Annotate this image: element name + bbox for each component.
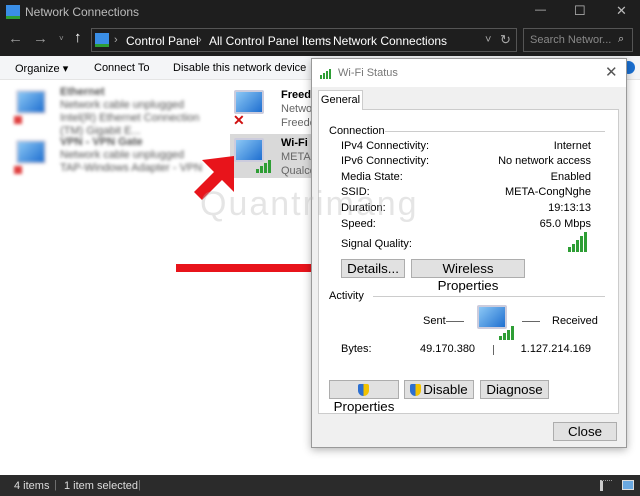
connection-item-ethernet[interactable]: Ethernet Network cable unplugged Intel(R… — [14, 86, 224, 137]
wifi-signal-icon — [320, 67, 332, 79]
dialog-close-icon[interactable]: ✕ — [605, 63, 618, 81]
network-folder-icon — [95, 33, 109, 47]
network-folder-icon — [6, 5, 20, 19]
recent-dropdown-icon[interactable]: ˅ — [59, 34, 64, 43]
forward-button[interactable]: → — [33, 30, 48, 47]
diagnose-button[interactable]: Diagnose — [480, 380, 549, 399]
organize-menu[interactable]: Organize ▾ — [15, 62, 68, 75]
connection-group-label: Connection — [329, 125, 385, 137]
signal-quality-label: Signal Quality: — [341, 238, 412, 250]
details-view-icon[interactable] — [600, 480, 612, 491]
ipv4-label: IPv4 Connectivity: — [341, 140, 430, 152]
details-button[interactable]: Details... — [341, 259, 405, 278]
connection-device: TAP-Windows Adapter - VPN — [60, 162, 203, 174]
ipv6-value: No network access — [498, 155, 591, 167]
search-icon: ⌕ — [618, 33, 625, 45]
bytes-received-value: 1.127.214.169 — [520, 343, 591, 355]
window-title: Network Connections — [25, 5, 140, 19]
chevron-down-icon[interactable]: ˅ — [485, 34, 491, 46]
item-count: 4 items — [14, 480, 50, 492]
network-adapter-icon — [16, 90, 46, 114]
up-button[interactable]: ↑ — [74, 29, 82, 46]
signal-quality-icon — [568, 232, 588, 252]
activity-group-label: Activity — [329, 290, 364, 302]
uac-shield-icon — [357, 384, 369, 396]
connection-status: Network cable unplugged — [60, 149, 185, 161]
close-window-button[interactable]: ✕ — [616, 3, 627, 19]
connection-item-freedom[interactable]: ✕ Freedo Netwo Freedo — [230, 86, 318, 132]
breadcrumb[interactable]: › Control Panel › All Control Panel Item… — [91, 28, 517, 52]
connect-to-button[interactable]: Connect To — [94, 62, 149, 74]
minimize-button[interactable]: — — [535, 4, 546, 16]
watermark-logo: Quantrimang — [200, 185, 419, 223]
ipv4-value: Internet — [553, 140, 591, 152]
error-icon — [14, 116, 22, 124]
disable-button[interactable]: Disable — [404, 380, 474, 399]
close-button[interactable]: Close — [553, 422, 617, 441]
error-icon — [14, 166, 22, 174]
speed-value: 65.0 Mbps — [539, 218, 591, 230]
duration-value: 19:13:13 — [548, 202, 591, 214]
media-state-label: Media State: — [341, 171, 403, 183]
breadcrumb-network-connections[interactable]: Network Connections — [333, 34, 447, 48]
disconnected-x-icon: ✕ — [233, 112, 245, 128]
signal-icon — [256, 160, 272, 173]
breadcrumb-control-panel[interactable]: Control Panel — [126, 34, 199, 48]
media-state-value: Enabled — [550, 171, 591, 183]
search-input[interactable]: Search Networ... ⌕ — [523, 28, 633, 52]
connection-status: Network cable unplugged — [60, 99, 185, 111]
sent-label: Sent — [423, 315, 446, 327]
uac-shield-icon — [410, 384, 422, 396]
tab-general[interactable]: General — [318, 90, 363, 110]
ipv6-label: IPv6 Connectivity: — [341, 155, 430, 167]
connection-device: Intel(R) Ethernet Connection (TM) Gigabi… — [60, 112, 200, 137]
received-label: Received — [552, 315, 598, 327]
network-adapter-icon — [16, 140, 46, 164]
breadcrumb-all-items[interactable]: All Control Panel Items — [209, 34, 331, 48]
connection-name: Ethernet — [60, 86, 105, 98]
wireless-properties-button[interactable]: Wireless Properties — [411, 259, 525, 293]
activity-signal-icon — [499, 326, 515, 340]
selection-count: 1 item selected — [64, 480, 138, 492]
refresh-icon[interactable]: ↻ — [500, 32, 511, 48]
large-icons-view-icon[interactable] — [622, 480, 634, 490]
dialog-title: Wi-Fi Status — [338, 67, 398, 79]
back-button[interactable]: ← — [8, 30, 23, 47]
network-adapter-icon — [234, 90, 264, 114]
connection-name: VPN - VPN Gate — [60, 136, 143, 148]
status-bar: 4 items | 1 item selected | — [0, 475, 640, 496]
ssid-value: META-CongNghe — [505, 186, 591, 198]
properties-button[interactable]: Properties — [329, 380, 399, 414]
bytes-sent-value: 49.170.380 — [420, 343, 476, 355]
disable-device-button[interactable]: Disable this network device — [173, 62, 306, 74]
title-bar: Network Connections — ☐ ✕ — [0, 0, 640, 24]
address-bar: ← → ˅ ↑ › Control Panel › All Control Pa… — [0, 24, 640, 56]
bytes-label: Bytes: — [341, 343, 372, 355]
maximize-button[interactable]: ☐ — [574, 3, 586, 19]
